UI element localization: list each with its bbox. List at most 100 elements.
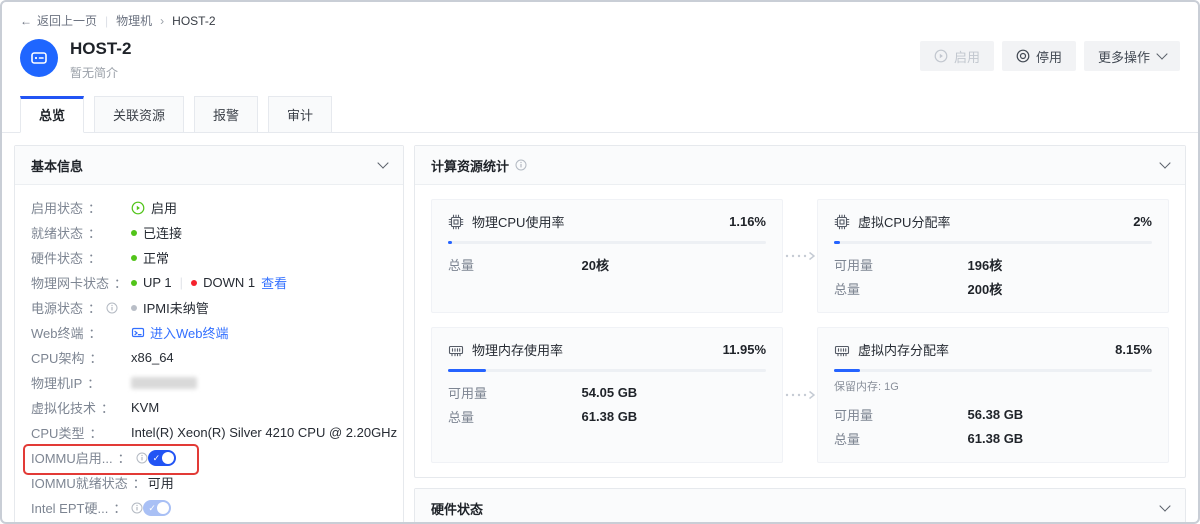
label-colon: ：: [89, 423, 102, 442]
usage-bar: [448, 369, 766, 372]
info-label-text: 物理机IP: [31, 373, 82, 392]
status-text: DOWN 1: [203, 275, 255, 290]
link-查看[interactable]: 查看: [261, 273, 287, 292]
tab-overview[interactable]: 总览: [20, 96, 84, 133]
resource-card-percent: 1.16%: [729, 214, 766, 229]
collapse-chevron-icon[interactable]: [1159, 157, 1170, 168]
info-value-iommu-ready: 可用: [148, 473, 174, 492]
label-colon: ：: [113, 498, 126, 517]
info-row-iommu-enable: IOMMU启用...：✓: [31, 445, 387, 470]
info-label-text: Web终端: [31, 323, 84, 342]
status-text: IPMI未纳管: [143, 298, 209, 317]
usage-bar: [834, 369, 1152, 372]
info-label-text: CPU类型: [31, 423, 84, 442]
info-row-nic-status: 物理网卡状态：UP 1|DOWN 1查看: [31, 270, 387, 295]
resource-card-title: 虚拟CPU分配率: [858, 212, 950, 231]
info-row-os: 操作系统：kylin Lance 10: [31, 520, 387, 524]
usage-bar-fill: [834, 241, 840, 244]
info-row-ready-status: 就绪状态： 已连接: [31, 220, 387, 245]
resource-card-title: 虚拟内存分配率: [858, 340, 949, 359]
stat-label: 总量: [834, 279, 968, 298]
hardware-status-title: 硬件状态: [431, 499, 483, 518]
stat-value: 200核: [968, 279, 1003, 298]
resource-stat-row: 总量200核: [834, 276, 1152, 300]
disable-button[interactable]: 停用: [1002, 41, 1076, 71]
stat-value: 61.38 GB: [582, 409, 638, 424]
cpu-icon: [448, 214, 464, 230]
terminal-icon: [131, 326, 145, 340]
info-icon[interactable]: [136, 452, 148, 464]
info-icon[interactable]: [106, 302, 118, 314]
info-row-enable-status: 启用状态： 启用: [31, 195, 387, 220]
more-actions-button-label: 更多操作: [1098, 47, 1150, 66]
info-label-enable-status: 启用状态：: [31, 198, 131, 217]
info-label-cpu-arch: CPU架构：: [31, 348, 131, 367]
info-label-cpu-type: CPU类型 ：: [31, 423, 131, 442]
info-label-text: 物理网卡状态: [31, 273, 109, 292]
info-label-host-ip: 物理机IP：: [31, 373, 131, 392]
compute-resources-header: 计算资源统计: [415, 146, 1185, 185]
back-label: 返回上一页: [37, 12, 97, 29]
server-icon: [29, 48, 49, 68]
flow-arrow-icon: [785, 251, 815, 261]
status-dot-icon: [131, 305, 137, 311]
basic-info-body: 启用状态：启用就绪状态：已连接硬件状态：正常物理网卡状态：UP 1|DOWN 1…: [15, 185, 403, 524]
breadcrumb-section[interactable]: 物理机: [116, 12, 152, 29]
header-actions: 启用停用 更多操作: [912, 41, 1180, 71]
stat-value: 61.38 GB: [968, 431, 1024, 446]
info-label-text: 电源状态: [31, 298, 83, 317]
host-avatar: [20, 39, 58, 77]
right-column: 计算资源统计 物理CPU使用率1.16%总量20核虚拟CPU分配率2%可用量19…: [414, 145, 1186, 524]
status-text: 启用: [151, 198, 177, 217]
status-dot-icon: [131, 280, 137, 286]
chevron-down-icon: [1156, 48, 1167, 59]
resource-stat-row: 可用量196核: [834, 252, 1152, 276]
info-row-power-status: 电源状态：IPMI未纳管: [31, 295, 387, 320]
label-colon: ：: [88, 198, 101, 217]
resource-stat-row: 总量20核: [448, 252, 766, 276]
enable-button[interactable]: 启用: [920, 41, 994, 71]
tab-audit[interactable]: 审计: [268, 96, 332, 132]
info-value-web-terminal: 进入Web终端: [131, 323, 229, 342]
basic-info-panel: 基本信息 启用状态：启用就绪状态：已连接硬件状态：正常物理网卡状态：UP 1|D…: [14, 145, 404, 524]
status-text: 正常: [143, 248, 169, 267]
breadcrumb-divider: |: [105, 14, 108, 28]
resource-card-title: 物理CPU使用率: [472, 212, 564, 231]
stat-label: 可用量: [448, 383, 582, 402]
basic-info-title: 基本信息: [31, 156, 83, 175]
resource-card-physical-mem-usage: 物理内存使用率11.95%可用量54.05 GB总量61.38 GB: [431, 327, 783, 463]
back-link[interactable]: ← 返回上一页: [20, 12, 97, 29]
link-进入Web终端[interactable]: 进入Web终端: [131, 323, 229, 342]
collapse-chevron-icon[interactable]: [377, 157, 388, 168]
toggle-switch[interactable]: ✓: [148, 450, 176, 466]
info-label-text: 就绪状态: [31, 223, 83, 242]
page-subtitle: 暂无简介: [70, 64, 131, 81]
info-label-text: 硬件状态: [31, 248, 83, 267]
info-label-text: IOMMU启用...: [31, 448, 113, 467]
host-detail-page: ← 返回上一页 | 物理机 › HOST-2 HOST-2 暂无简介 启用停用更…: [0, 0, 1200, 524]
status-dot-icon: [131, 230, 137, 236]
cpu-icon: [834, 214, 850, 230]
info-value-hardware-status: 正常: [131, 248, 169, 267]
value-divider: |: [180, 275, 183, 290]
status-play-icon: [131, 201, 145, 215]
panel-info-icon: [515, 159, 527, 171]
info-value-cpu-type: Intel(R) Xeon(R) Silver 4210 CPU @ 2.20G…: [131, 425, 397, 440]
info-value-ready-status: 已连接: [131, 223, 182, 242]
tab-alarm[interactable]: 报警: [194, 96, 258, 132]
resource-card-title: 物理内存使用率: [472, 340, 563, 359]
collapse-chevron-icon[interactable]: [1159, 500, 1170, 511]
tab-related-resources[interactable]: 关联资源: [94, 96, 184, 132]
info-label-ready-status: 就绪状态：: [31, 223, 131, 242]
label-colon: ：: [88, 248, 101, 267]
status-text: 已连接: [143, 223, 182, 242]
value-text: x86_64: [131, 350, 174, 365]
memory-icon: [834, 342, 850, 358]
resource-stat-row: 可用量56.38 GB: [834, 402, 1152, 426]
link-label: 查看: [261, 273, 287, 292]
resource-card-virtual-mem-alloc: 虚拟内存分配率8.15%保留内存: 1G可用量56.38 GB总量61.38 G…: [817, 327, 1169, 463]
info-icon[interactable]: [131, 502, 143, 514]
info-label-web-terminal: Web终端：: [31, 323, 131, 342]
toggle-switch[interactable]: ✓: [143, 500, 171, 516]
more-actions-button[interactable]: 更多操作: [1084, 41, 1180, 71]
